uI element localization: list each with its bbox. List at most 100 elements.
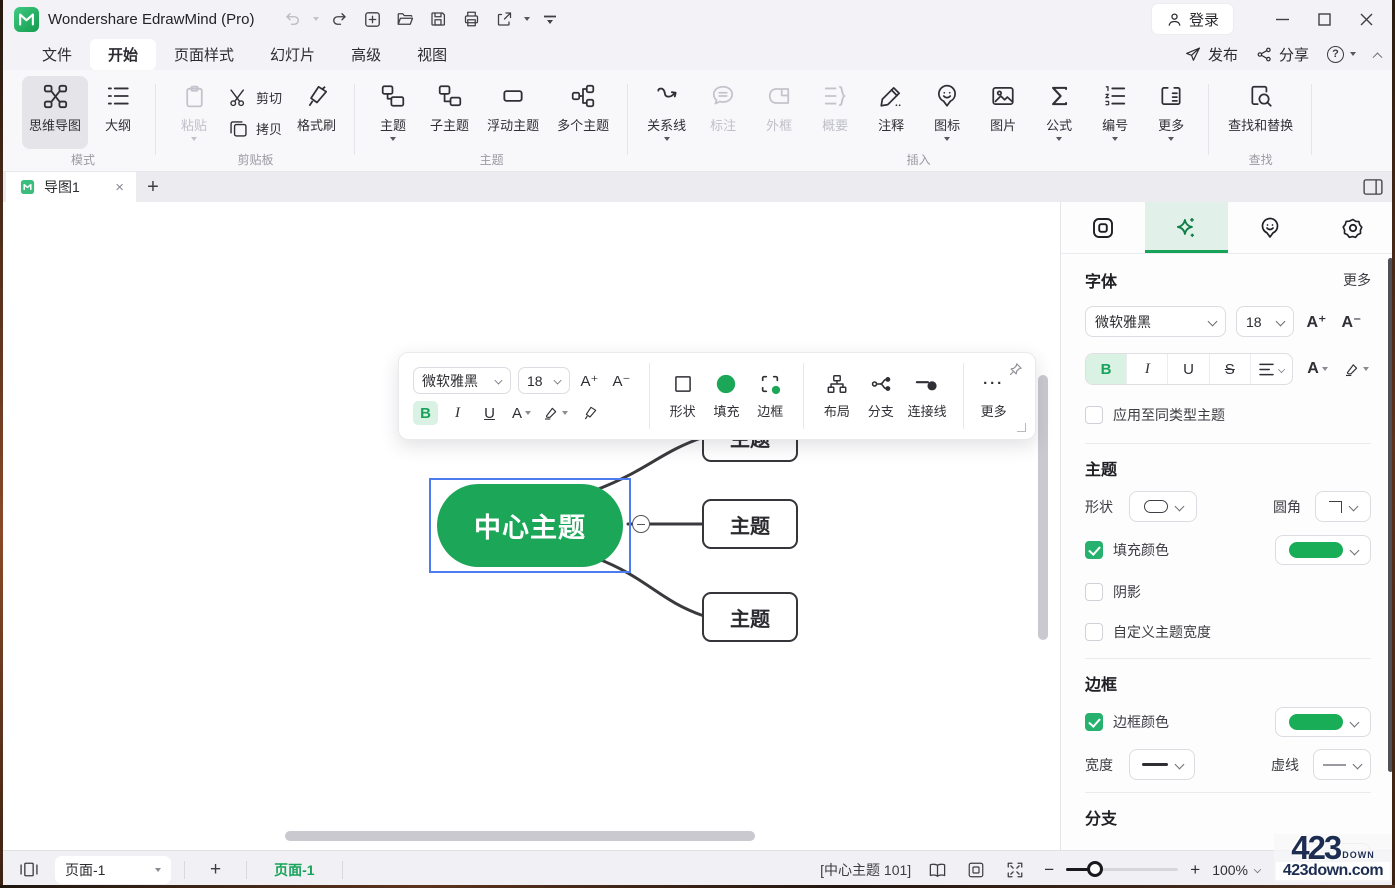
panel-font-size-select[interactable]: 18 — [1236, 306, 1294, 337]
close-window-button[interactable] — [1347, 4, 1385, 34]
zoom-level[interactable]: 100% — [1212, 862, 1261, 878]
minimize-button[interactable] — [1263, 4, 1301, 34]
find-replace-button[interactable]: 查找和替换 — [1221, 76, 1300, 149]
zoom-out-button[interactable]: − — [1041, 860, 1057, 880]
zoom-in-button[interactable]: + — [1187, 860, 1203, 880]
panel-align-button[interactable] — [1251, 354, 1292, 384]
float-border-button[interactable]: 边框 — [752, 372, 788, 420]
open-file-button[interactable] — [392, 6, 418, 32]
panel-bold-button[interactable]: B — [1086, 354, 1127, 384]
close-tab-icon[interactable]: × — [115, 179, 124, 196]
menu-home[interactable]: 开始 — [90, 39, 156, 70]
panel-font-color-button[interactable]: A — [1305, 357, 1330, 381]
relationship-button[interactable]: 关系线 — [640, 76, 693, 149]
topic-node-bottom[interactable]: 主题 — [702, 592, 798, 642]
border-width-select[interactable] — [1129, 749, 1195, 780]
zoom-slider[interactable] — [1066, 868, 1178, 871]
boundary-button[interactable]: 外框 — [753, 76, 805, 149]
picture-button[interactable]: 图片 — [977, 76, 1029, 149]
font-more-link[interactable]: 更多 — [1343, 270, 1371, 290]
float-font-select[interactable]: 微软雅黑 — [413, 367, 511, 394]
fill-color-checkbox[interactable] — [1085, 541, 1103, 559]
new-file-button[interactable] — [359, 6, 385, 32]
float-connector-button[interactable]: 连接线 — [907, 372, 948, 420]
multiple-topics-button[interactable]: 多个主题 — [550, 76, 616, 149]
export-dropdown-icon[interactable] — [524, 17, 530, 21]
float-font-size-select[interactable]: 18 — [518, 367, 570, 394]
copy-button[interactable]: 拷贝 — [228, 118, 282, 139]
fullscreen-icon[interactable] — [1002, 857, 1028, 883]
corner-select[interactable] — [1315, 491, 1371, 522]
float-bold-button[interactable]: B — [413, 401, 438, 425]
apply-same-type-checkbox[interactable] — [1085, 406, 1103, 424]
fill-color-select[interactable] — [1275, 535, 1371, 565]
float-layout-button[interactable]: 布局 — [819, 372, 855, 420]
panel-increase-font-button[interactable]: A⁺ — [1304, 310, 1329, 334]
page-panel-icon[interactable] — [16, 857, 42, 883]
toggle-panel-icon[interactable] — [1363, 179, 1383, 195]
panel-decrease-font-button[interactable]: A⁻ — [1339, 310, 1364, 334]
increase-font-button[interactable]: A⁺ — [577, 369, 602, 393]
zoom-slider-knob[interactable] — [1087, 861, 1103, 877]
mindmap-canvas[interactable]: 主题 主题 主题 中心主题 微软雅黑 18 A⁺ A⁻ — [0, 202, 1060, 850]
panel-underline-button[interactable]: U — [1168, 354, 1209, 384]
border-color-checkbox[interactable] — [1085, 713, 1103, 731]
float-fill-button[interactable]: 填充 — [709, 372, 745, 420]
panel-tab-icon-marker[interactable] — [1228, 202, 1312, 253]
panel-font-select[interactable]: 微软雅黑 — [1085, 306, 1226, 337]
callout-button[interactable]: 标注 — [697, 76, 749, 149]
pin-toolbar-icon[interactable] — [1008, 362, 1023, 377]
page-select[interactable]: 页面-1 — [55, 856, 171, 884]
comment-button[interactable]: 注释 — [865, 76, 917, 149]
border-color-select[interactable] — [1275, 707, 1371, 737]
float-branch-button[interactable]: 分支 — [863, 372, 899, 420]
collapse-ribbon-icon[interactable] — [1373, 52, 1383, 62]
vertical-scrollbar[interactable] — [1038, 375, 1048, 640]
document-tab[interactable]: 导图1 × — [6, 172, 136, 202]
shadow-checkbox[interactable] — [1085, 583, 1103, 601]
panel-italic-button[interactable]: I — [1127, 354, 1168, 384]
maximize-button[interactable] — [1305, 4, 1343, 34]
central-topic-node[interactable]: 中心主题 — [437, 484, 623, 567]
menu-file[interactable]: 文件 — [24, 39, 90, 70]
panel-strikethrough-button[interactable]: S — [1210, 354, 1251, 384]
numbering-button[interactable]: 编号 — [1089, 76, 1141, 149]
panel-tab-settings[interactable] — [1312, 202, 1395, 253]
menu-page-style[interactable]: 页面样式 — [156, 39, 252, 70]
login-button[interactable]: 登录 — [1152, 4, 1233, 34]
topic-node-middle[interactable]: 主题 — [702, 499, 798, 549]
topic-button[interactable]: 主题 — [367, 76, 419, 149]
undo-dropdown-icon[interactable] — [313, 17, 319, 21]
float-italic-button[interactable]: I — [445, 401, 470, 425]
summary-button[interactable]: 概要 — [809, 76, 861, 149]
float-shape-button[interactable]: 形状 — [665, 372, 701, 420]
customize-toolbar-button[interactable] — [537, 6, 563, 32]
redo-button[interactable] — [326, 6, 352, 32]
menu-advanced[interactable]: 高级 — [333, 39, 399, 70]
horizontal-scrollbar[interactable] — [285, 831, 755, 841]
fit-screen-icon[interactable] — [963, 857, 989, 883]
help-button[interactable]: ? — [1327, 46, 1356, 63]
collapse-branch-button[interactable] — [632, 515, 650, 533]
toolbar-resize-handle[interactable] — [1017, 423, 1026, 432]
export-button[interactable] — [491, 6, 517, 32]
menu-slideshow[interactable]: 幻灯片 — [252, 39, 333, 70]
cut-button[interactable]: 剪切 — [228, 87, 282, 108]
menu-view[interactable]: 视图 — [399, 39, 465, 70]
format-painter-button[interactable]: 格式刷 — [290, 76, 343, 149]
floating-topic-button[interactable]: 浮动主题 — [480, 76, 546, 149]
subtopic-button[interactable]: 子主题 — [423, 76, 476, 149]
float-format-painter-button[interactable] — [577, 401, 602, 425]
more-insert-button[interactable]: 更多 — [1145, 76, 1197, 149]
panel-highlight-button[interactable] — [1342, 357, 1371, 381]
float-highlight-button[interactable] — [541, 401, 570, 425]
page-mode-icon[interactable] — [924, 857, 950, 883]
save-button[interactable] — [425, 6, 451, 32]
undo-button[interactable] — [280, 6, 306, 32]
print-button[interactable] — [458, 6, 484, 32]
add-page-button[interactable]: + — [198, 859, 233, 881]
formula-button[interactable]: 公式 — [1033, 76, 1085, 149]
icon-button[interactable]: 图标 — [921, 76, 973, 149]
paste-button[interactable]: 粘贴 — [168, 76, 220, 149]
new-document-tab-button[interactable]: + — [136, 172, 170, 202]
